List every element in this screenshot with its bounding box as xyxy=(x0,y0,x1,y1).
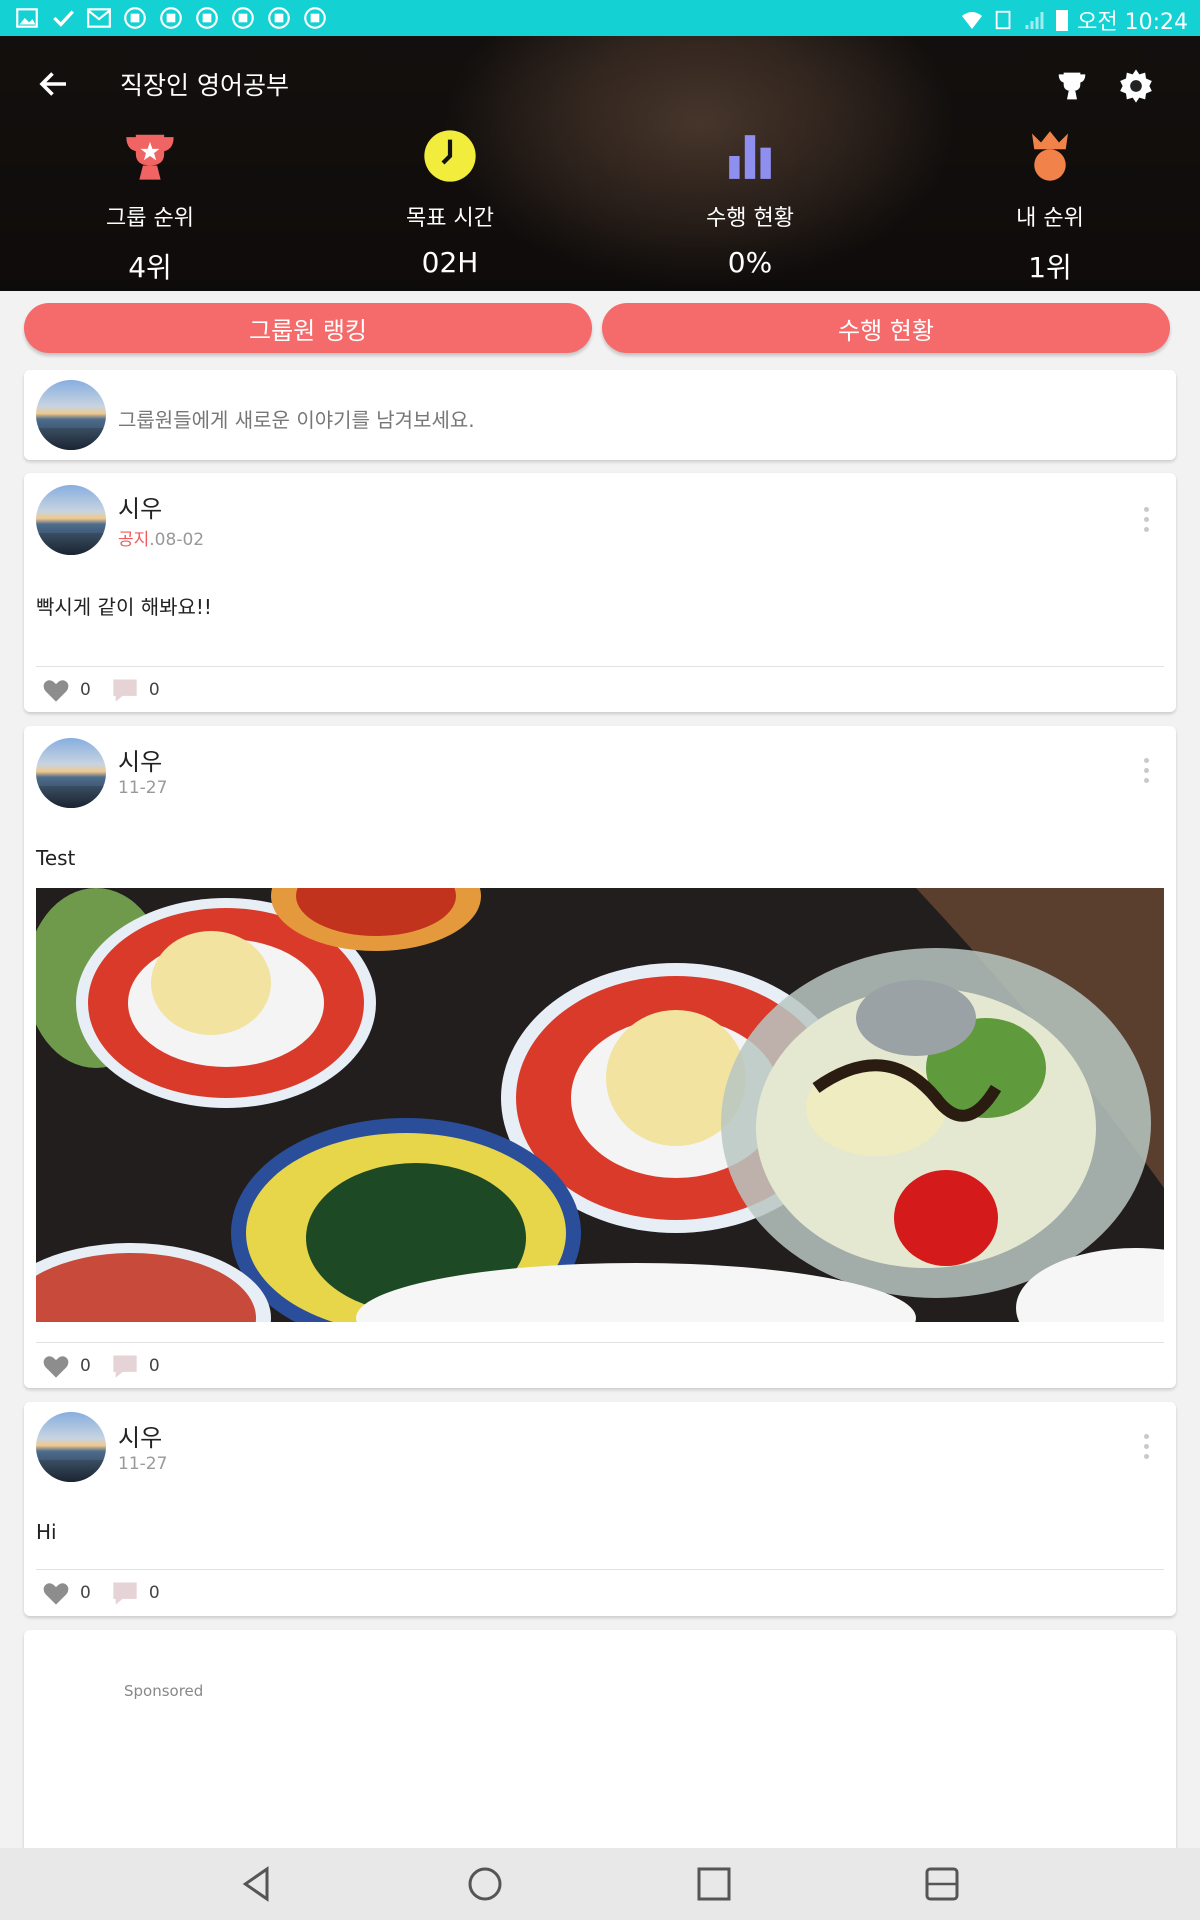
crown-medal-icon xyxy=(1032,131,1068,181)
action-buttons: 그룹원 랭킹 수행 현황 xyxy=(24,303,1172,355)
post-card: 시우 공지.08-02 빡시게 같이 해봐요!! 0 0 xyxy=(24,473,1176,712)
stat-group-rank: 그룹 순위 4위 xyxy=(0,120,300,286)
post-author: 시우 xyxy=(118,495,163,523)
reaction-bar: 0 0 xyxy=(42,677,170,703)
stat-goal-time: 목표 시간 02H xyxy=(300,120,600,279)
more-options-icon[interactable] xyxy=(1144,507,1152,532)
heart-icon[interactable] xyxy=(42,1580,70,1606)
clock-icon xyxy=(424,130,476,182)
bar-chart-icon xyxy=(729,135,771,179)
stat-value: 02H xyxy=(421,246,479,279)
reaction-bar: 0 0 xyxy=(42,1580,170,1606)
comment-count: 0 xyxy=(148,1356,160,1376)
more-options-icon[interactable] xyxy=(1144,758,1152,783)
stat-label: 그룹 순위 xyxy=(106,206,194,231)
more-options-icon[interactable] xyxy=(1144,1434,1152,1459)
like-count: 0 xyxy=(80,1583,91,1603)
app-notification-icon xyxy=(124,7,146,29)
stat-value: 1위 xyxy=(1028,251,1072,284)
post-text: Hi xyxy=(36,1520,57,1544)
signal-icon xyxy=(1025,12,1044,29)
sponsored-card[interactable]: Sponsored xyxy=(24,1630,1176,1860)
wifi-icon xyxy=(962,12,983,29)
clock-text: 오전 10:24 xyxy=(1077,10,1188,35)
page-title: 직장인 영어공부 xyxy=(120,71,289,100)
divider xyxy=(36,666,1164,667)
app-notification-icon xyxy=(268,7,290,29)
dual-window-icon[interactable] xyxy=(922,1864,962,1904)
comment-icon[interactable] xyxy=(111,1580,139,1606)
heart-icon[interactable] xyxy=(42,1353,70,1379)
post-card: 시우 11-27 Hi 0 0 xyxy=(24,1402,1176,1616)
app-notification-icon xyxy=(160,7,182,29)
heart-icon[interactable] xyxy=(42,677,70,703)
post-text: 빡시게 같이 해봐요!! xyxy=(36,595,212,619)
like-count: 0 xyxy=(80,680,91,700)
avatar[interactable] xyxy=(36,1412,106,1482)
member-ranking-button[interactable]: 그룹원 랭킹 xyxy=(24,303,592,353)
comment-count: 0 xyxy=(148,1583,160,1603)
avatar[interactable] xyxy=(36,738,106,808)
image-icon xyxy=(16,8,38,28)
mail-icon xyxy=(87,8,111,28)
divider xyxy=(36,1569,1164,1570)
status-bar: 오전 10:24 xyxy=(0,0,1200,36)
notice-badge: 공지 xyxy=(118,530,150,550)
reaction-bar: 0 0 xyxy=(42,1353,170,1379)
stat-my-rank: 내 순위 1위 xyxy=(900,120,1200,286)
like-count: 0 xyxy=(80,1356,91,1376)
trophy-icon xyxy=(126,134,174,180)
progress-status-button[interactable]: 수행 현황 xyxy=(602,303,1170,353)
home-circle-icon[interactable] xyxy=(465,1864,505,1904)
stat-label: 수행 현황 xyxy=(706,206,794,231)
back-arrow-icon[interactable] xyxy=(36,66,72,102)
post-meta: 공지.08-02 xyxy=(118,525,204,550)
check-icon xyxy=(53,10,74,27)
stat-value: 4위 xyxy=(128,251,172,284)
system-navigation-bar xyxy=(0,1848,1200,1920)
stat-label: 내 순위 xyxy=(1016,206,1084,231)
post-text: Test xyxy=(36,846,76,870)
post-card: 시우 11-27 Test 0 0 xyxy=(24,726,1176,1388)
divider xyxy=(36,1342,1164,1343)
sim-icon xyxy=(995,10,1011,30)
comment-icon[interactable] xyxy=(111,677,139,703)
post-author: 시우 xyxy=(118,1424,163,1452)
battery-icon xyxy=(1056,10,1069,31)
comment-count: 0 xyxy=(148,680,160,700)
sponsored-label: Sponsored xyxy=(124,1682,204,1700)
avatar[interactable] xyxy=(36,485,106,555)
app-notification-icon xyxy=(304,7,326,29)
back-triangle-icon[interactable] xyxy=(237,1864,277,1904)
app-notification-icon xyxy=(232,7,254,29)
compose-card[interactable]: 그룹원들에게 새로운 이야기를 남겨보세요. xyxy=(24,370,1176,460)
comment-icon[interactable] xyxy=(111,1353,139,1379)
recents-square-icon[interactable] xyxy=(694,1864,734,1904)
notification-icons xyxy=(14,5,328,31)
post-author: 시우 xyxy=(118,748,163,776)
post-date: 11-27 xyxy=(118,778,168,798)
trophy-icon[interactable] xyxy=(1052,66,1092,106)
system-indicators: 오전 10:24 xyxy=(959,4,1188,36)
group-header: 직장인 영어공부 그룹 순위 4위 목표 시간 02H 수행 현황 0% 내 순… xyxy=(0,36,1200,291)
stat-value: 0% xyxy=(727,246,773,279)
gear-icon[interactable] xyxy=(1116,66,1156,106)
stat-label: 목표 시간 xyxy=(406,206,494,231)
post-date: 11-27 xyxy=(118,1454,168,1474)
food-photo-illustration xyxy=(36,888,1164,1322)
stat-progress: 수행 현황 0% xyxy=(600,120,900,279)
post-date: .08-02 xyxy=(149,530,205,550)
post-photo[interactable] xyxy=(36,888,1164,1322)
compose-placeholder[interactable]: 그룹원들에게 새로운 이야기를 남겨보세요. xyxy=(118,404,475,433)
app-notification-icon xyxy=(196,7,218,29)
avatar xyxy=(36,380,106,450)
